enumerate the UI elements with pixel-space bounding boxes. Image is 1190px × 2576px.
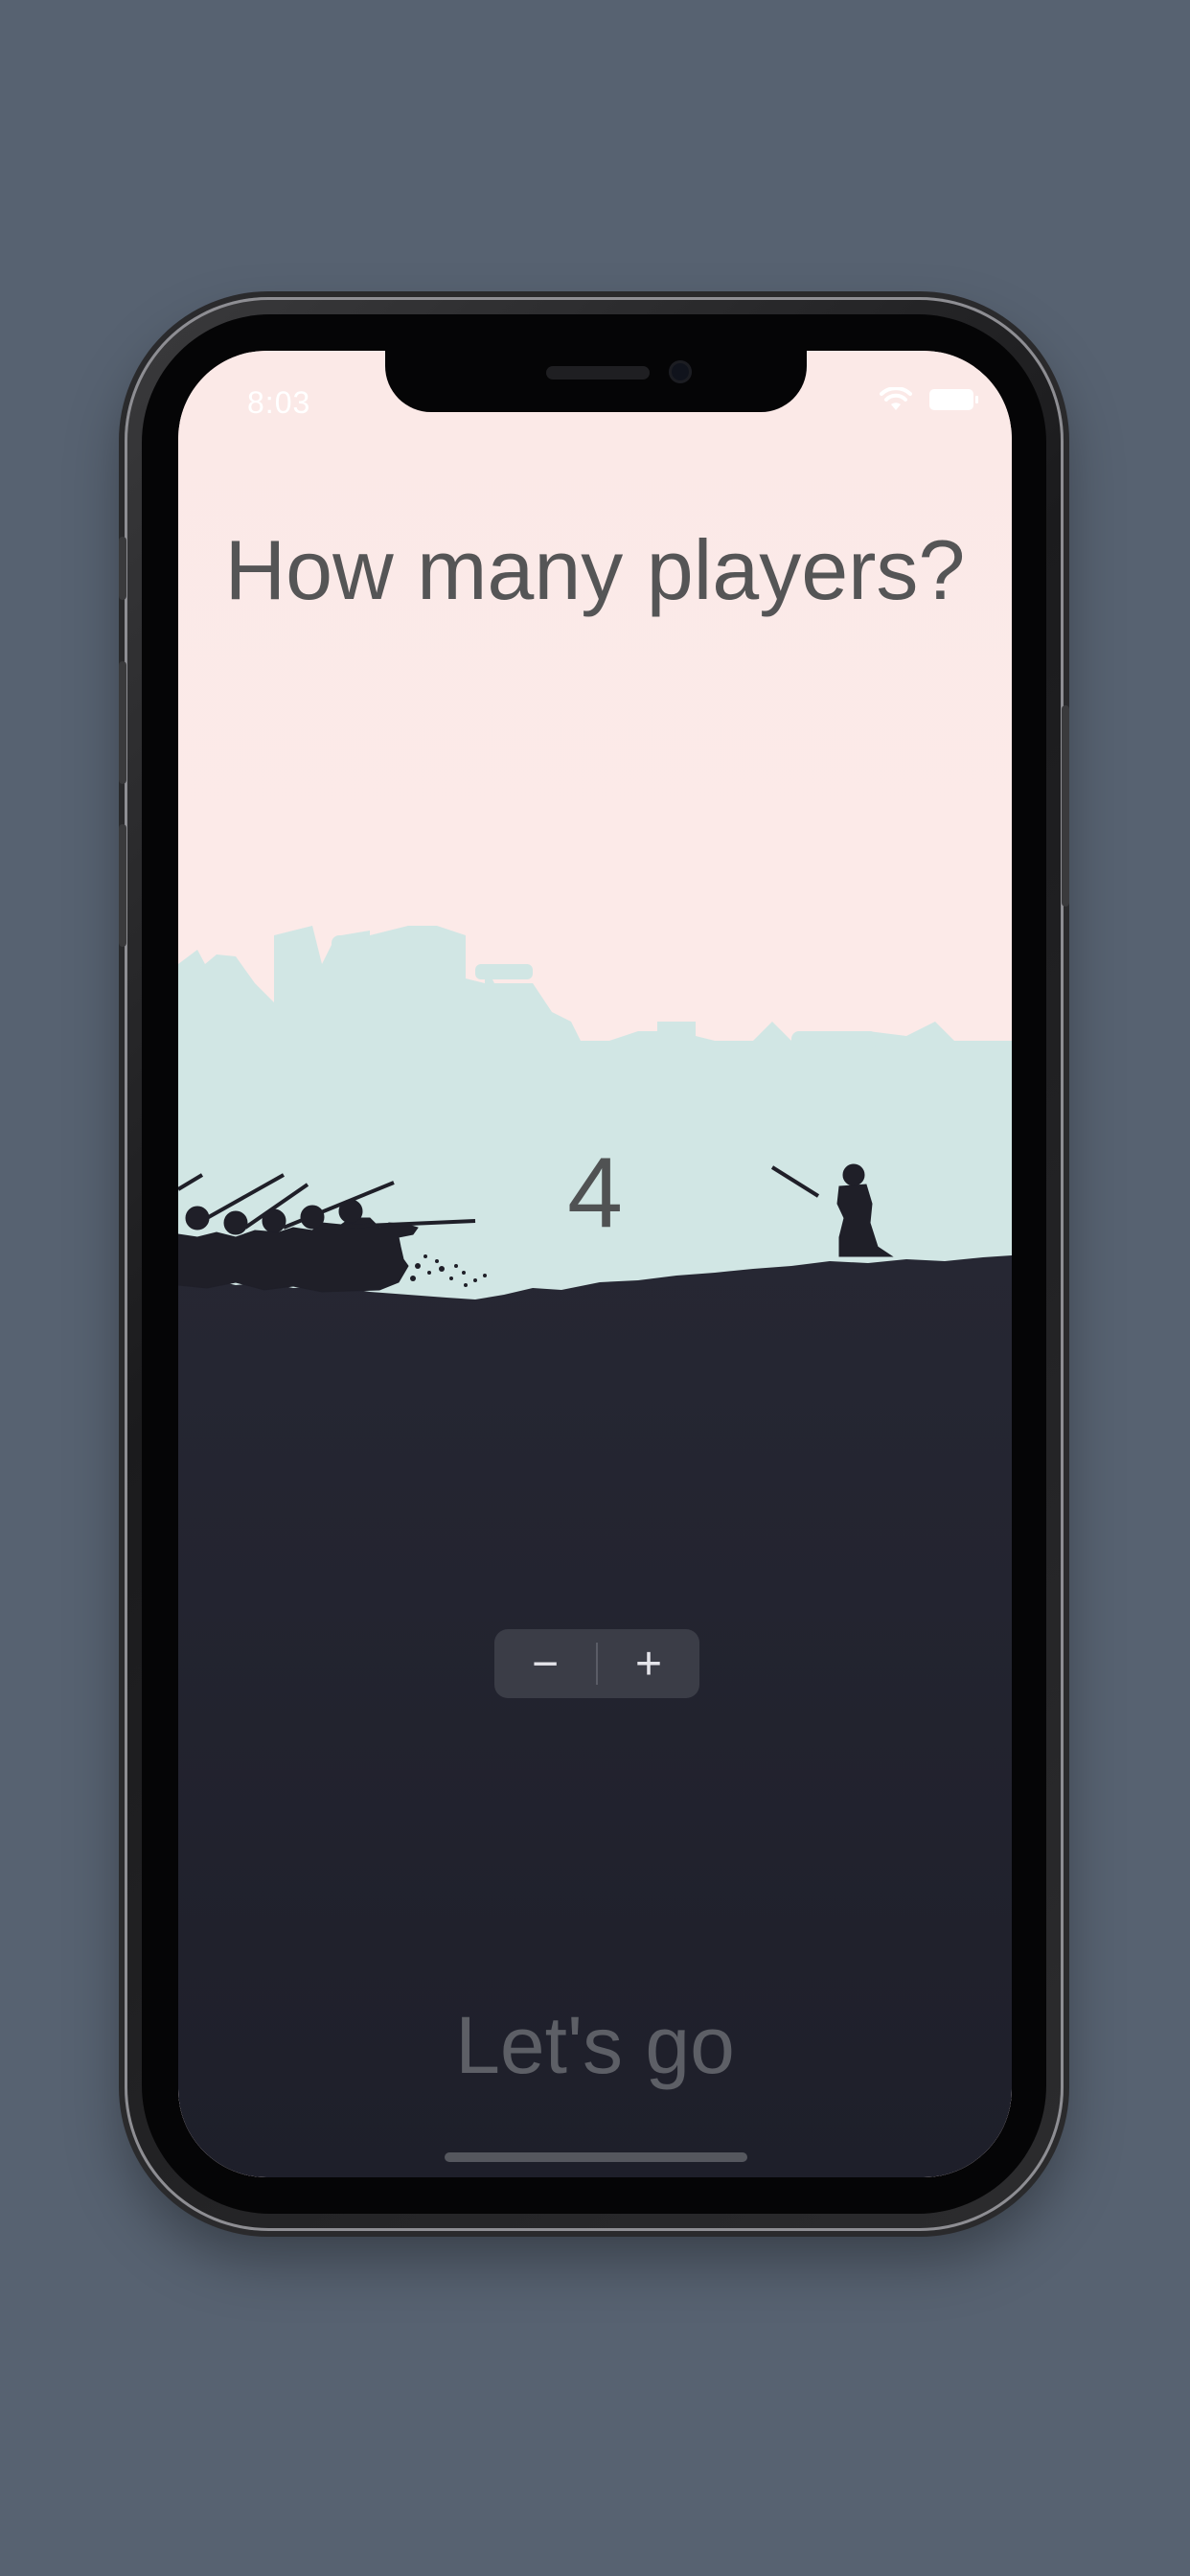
increment-button[interactable]: +	[598, 1629, 699, 1698]
app-screen: 8:03 How many players? 4 − + Let's go	[178, 351, 1012, 2177]
notch	[385, 351, 807, 412]
page-title: How many players?	[224, 522, 966, 617]
front-camera	[669, 360, 692, 383]
earpiece-speaker	[546, 366, 650, 380]
battle-scene-illustration	[178, 351, 1012, 2177]
power-button	[1062, 705, 1069, 907]
battery-icon	[929, 389, 978, 410]
status-time: 8:03	[247, 385, 311, 420]
lets-go-button[interactable]: Let's go	[178, 1999, 1012, 2092]
volume-up-button	[119, 661, 126, 784]
wifi-icon	[880, 387, 912, 410]
volume-down-button	[119, 824, 126, 947]
home-indicator[interactable]	[445, 2152, 747, 2162]
status-icons	[880, 387, 978, 412]
player-count: 4	[567, 1138, 623, 1249]
decrement-button[interactable]: −	[494, 1629, 596, 1698]
silent-switch	[119, 537, 126, 600]
player-count-stepper: − +	[494, 1629, 699, 1698]
